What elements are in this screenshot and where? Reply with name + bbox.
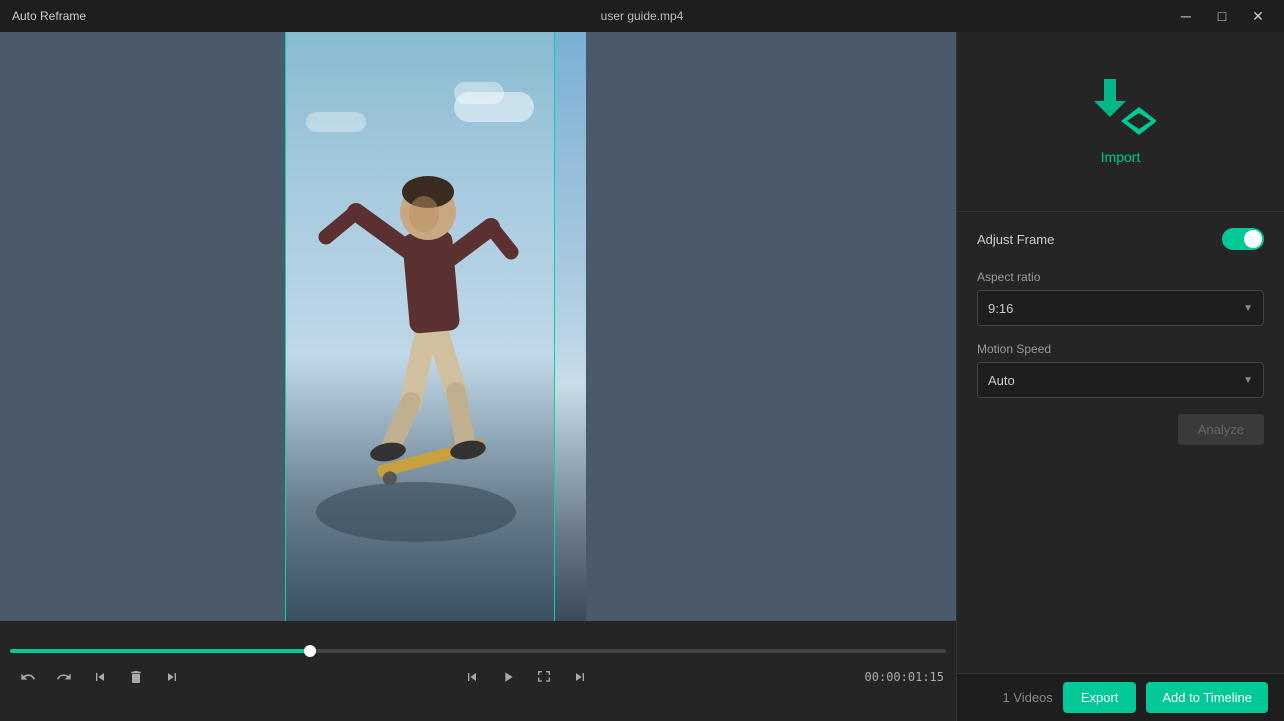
reframe-box: [285, 32, 555, 621]
file-title: user guide.mp4: [601, 9, 684, 23]
export-button[interactable]: Export: [1063, 682, 1137, 713]
aspect-ratio-value: 9:16: [988, 301, 1013, 316]
motion-speed-group: Motion Speed Auto ▼: [977, 342, 1264, 398]
undo-icon: [20, 669, 36, 685]
motion-speed-label: Motion Speed: [977, 342, 1264, 356]
toggle-knob: [1244, 230, 1262, 248]
skip-to-start-button[interactable]: [84, 661, 116, 693]
video-right-letterbox: [586, 32, 956, 621]
progress-thumb: [304, 645, 316, 657]
titlebar: Auto Reframe user guide.mp4 ─ □ ✕: [0, 0, 1284, 32]
video-preview: [0, 32, 956, 621]
adjust-frame-label: Adjust Frame: [977, 232, 1054, 247]
settings-area: Adjust Frame Aspect ratio 9:16 ▼ Motion …: [957, 212, 1284, 673]
progress-bar-fill: [10, 649, 310, 653]
skip-to-end-button[interactable]: [156, 661, 188, 693]
video-left-letterbox: [0, 32, 285, 621]
redo-icon: [56, 669, 72, 685]
close-button[interactable]: ✕: [1244, 6, 1272, 26]
aspect-ratio-label: Aspect ratio: [977, 270, 1264, 284]
import-icon-svg: [1086, 79, 1156, 139]
fullscreen-button[interactable]: [528, 661, 560, 693]
play-button[interactable]: [492, 661, 524, 693]
skateboarder-figure: [296, 52, 536, 552]
import-area[interactable]: Import: [957, 32, 1284, 212]
analyze-button[interactable]: Analyze: [1178, 414, 1264, 445]
chevron-down-icon: ▼: [1243, 303, 1253, 314]
app-title: Auto Reframe: [12, 9, 86, 23]
adjust-frame-row: Adjust Frame: [977, 228, 1264, 250]
chevron-down-icon-2: ▼: [1243, 375, 1253, 386]
redo-button[interactable]: [48, 661, 80, 693]
right-panel: Import Adjust Frame Aspect ratio 9:16 ▼: [956, 32, 1284, 721]
delete-icon: [128, 669, 144, 685]
minimize-button[interactable]: ─: [1172, 6, 1200, 26]
motion-speed-dropdown[interactable]: Auto ▼: [977, 362, 1264, 398]
undo-button[interactable]: [12, 661, 44, 693]
controls-row: 00:00:01:15: [0, 661, 956, 693]
progress-bar-track[interactable]: [10, 649, 946, 653]
time-display: 00:00:01:15: [865, 670, 944, 684]
next-frame-icon: [572, 669, 588, 685]
maximize-button[interactable]: □: [1208, 6, 1236, 26]
motion-speed-value: Auto: [988, 373, 1015, 388]
next-frame-button[interactable]: [564, 661, 596, 693]
add-to-timeline-button[interactable]: Add to Timeline: [1146, 682, 1268, 713]
delete-button[interactable]: [120, 661, 152, 693]
play-icon: [500, 669, 516, 685]
skip-end-icon: [164, 669, 180, 685]
aspect-ratio-group: Aspect ratio 9:16 ▼: [977, 270, 1264, 326]
window-controls: ─ □ ✕: [1172, 6, 1272, 26]
prev-frame-button[interactable]: [456, 661, 488, 693]
skip-start-icon: [92, 669, 108, 685]
main-layout: 00:00:01:15 Import: [0, 32, 1284, 721]
progress-bar-container[interactable]: [0, 649, 956, 653]
video-count: 1 Videos: [1002, 690, 1052, 705]
analyze-row: Analyze: [977, 414, 1264, 445]
aspect-ratio-dropdown[interactable]: 9:16 ▼: [977, 290, 1264, 326]
prev-frame-icon: [464, 669, 480, 685]
import-logo: [1086, 79, 1156, 139]
fullscreen-icon: [536, 669, 552, 685]
bottom-bar: 1 Videos Export Add to Timeline: [957, 673, 1284, 721]
import-label[interactable]: Import: [1101, 149, 1141, 165]
video-area: 00:00:01:15: [0, 32, 956, 721]
adjust-frame-toggle[interactable]: [1222, 228, 1264, 250]
controls-area: 00:00:01:15: [0, 621, 956, 721]
